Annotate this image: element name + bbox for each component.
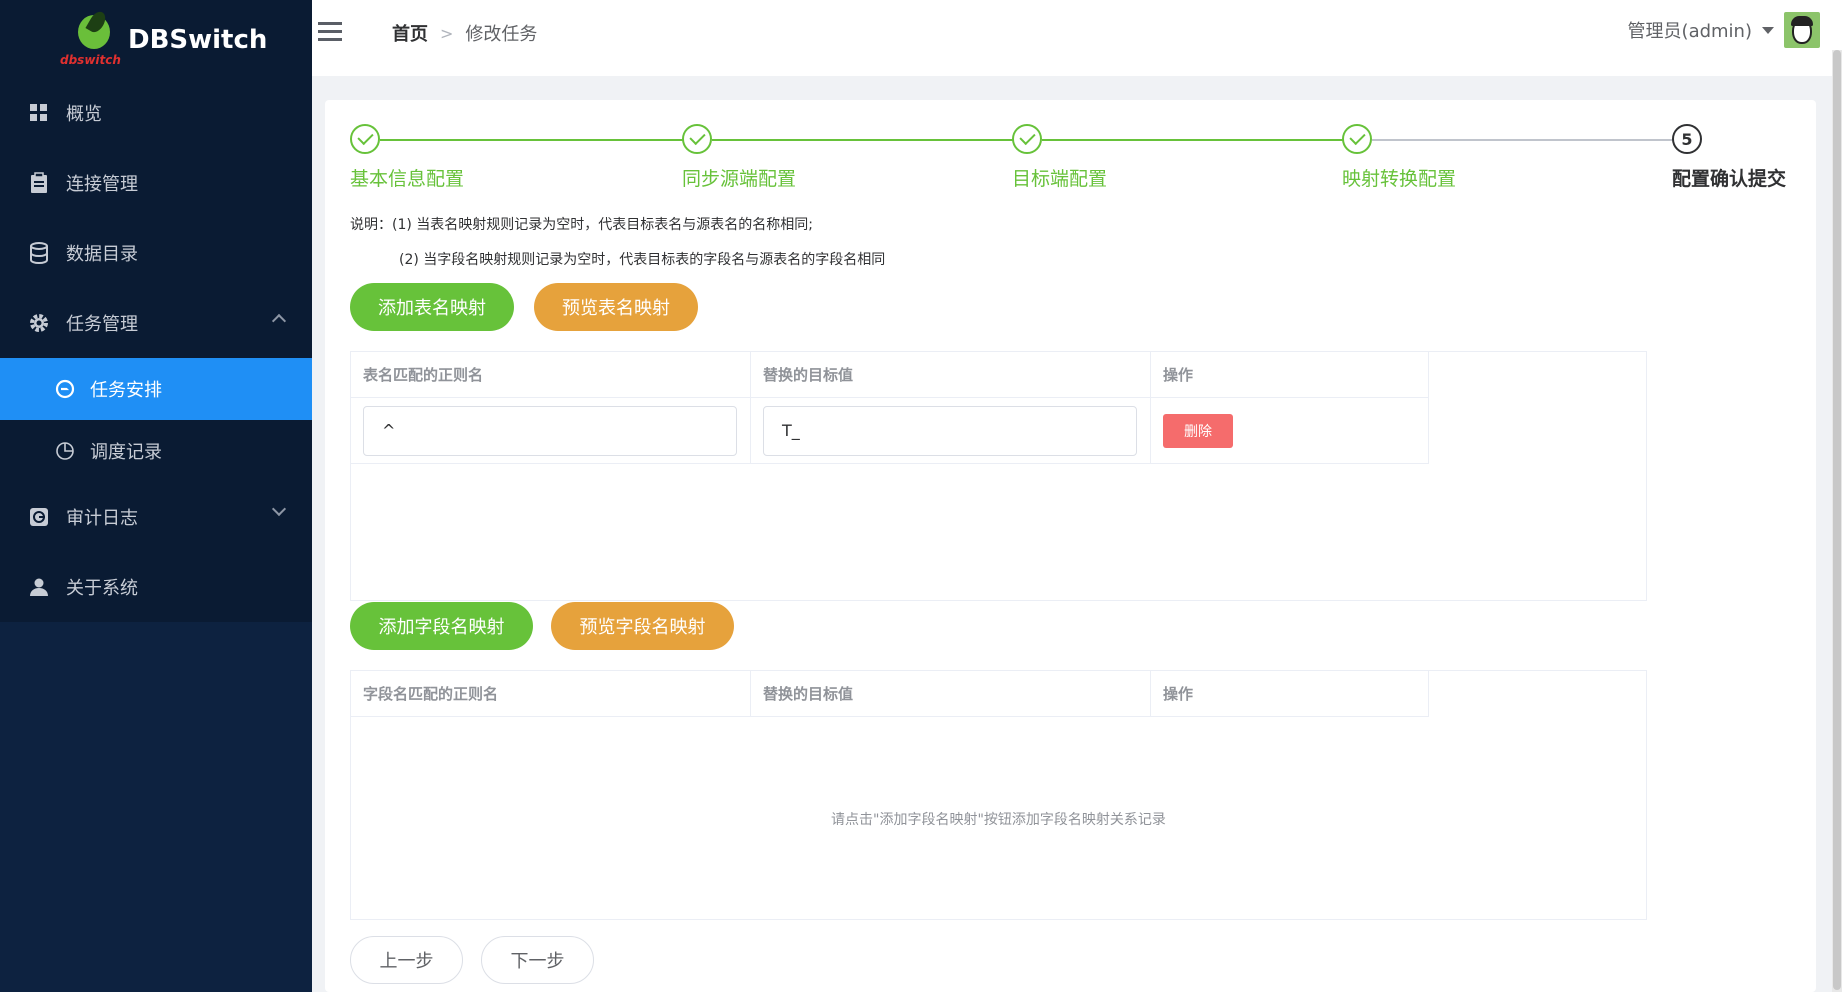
step-1: 基本信息配置 [350,124,464,191]
breadcrumb-home[interactable]: 首页 [392,20,428,46]
step-2: 同步源端配置 [682,124,796,191]
add-table-mapping-button[interactable]: 添加表名映射 [350,283,514,331]
sidebar-subitem-label: 调度记录 [90,438,162,464]
column-header: 操作 [1151,671,1429,716]
sidebar-item-audit[interactable]: 审计日志 [0,482,312,552]
check-icon [1012,124,1042,154]
step-3: 目标端配置 [1012,124,1107,191]
preview-table-mapping-button[interactable]: 预览表名映射 [534,283,698,331]
breadcrumb-separator: > [440,24,453,43]
table-header: 表名匹配的正则名 替换的目标值 操作 [351,352,1429,398]
user-icon [28,576,50,598]
logo-subtext: dbswitch [60,53,121,67]
sidebar-item-tasks[interactable]: 任务管理 [0,288,312,358]
page-scrollbar[interactable] [1832,50,1842,992]
pattern-input[interactable]: ^ [363,406,737,456]
sidebar-item-about[interactable]: 关于系统 [0,552,312,622]
user-name: 管理员(admin) [1628,17,1752,43]
breadcrumb: 首页 > 修改任务 [392,20,537,46]
table-cell: 删除 [1151,398,1429,463]
pie-chart-icon [54,440,76,462]
sidebar-item-label: 审计日志 [66,504,138,530]
check-icon [350,124,380,154]
column-header: 替换的目标值 [751,671,1151,716]
content-card: 基本信息配置 同步源端配置 目标端配置 映射转换配置 5 配置确认提交 说明：(… [325,100,1816,992]
step-4: 映射转换配置 [1342,124,1456,191]
table-mapping-table: 表名匹配的正则名 替换的目标值 操作 ^ T_ 删除 [350,351,1647,601]
check-icon [682,124,712,154]
steps: 基本信息配置 同步源端配置 目标端配置 映射转换配置 5 配置确认提交 [350,124,1790,194]
logo-mark-icon: dbswitch [60,9,126,69]
note-line-1: 说明：(1) 当表名映射规则记录为空时，代表目标表名与源表名的名称相同; [350,214,813,234]
step-label: 映射转换配置 [1342,164,1456,191]
step-label: 同步源端配置 [682,164,796,191]
step-5: 5 配置确认提交 [1672,124,1786,191]
table-cell: ^ [351,398,751,463]
edit-circle-icon [54,378,76,400]
sidebar-item-catalog[interactable]: 数据目录 [0,218,312,288]
chevron-up-icon [272,314,286,328]
grid-icon [28,102,50,124]
log-icon [28,506,50,528]
sidebar-subitem-schedule[interactable]: 任务安排 [0,358,312,420]
gear-icon [28,312,50,334]
breadcrumb-current: 修改任务 [465,20,537,46]
sidebar: dbswitch DBSwitch 概览 连接管理 数据目录 任务管 [0,0,312,992]
target-input[interactable]: T_ [763,406,1137,456]
column-header: 字段名匹配的正则名 [351,671,751,716]
step-label: 配置确认提交 [1672,164,1786,191]
menu-toggle-icon[interactable] [318,22,342,42]
chevron-down-icon [272,502,286,516]
avatar[interactable] [1784,12,1820,48]
user-menu[interactable]: 管理员(admin) [1628,12,1820,48]
sidebar-item-overview[interactable]: 概览 [0,78,312,148]
empty-placeholder: 请点击"添加字段名映射"按钮添加字段名映射关系记录 [351,809,1646,829]
sidebar-subitem-records[interactable]: 调度记录 [0,420,312,482]
logo[interactable]: dbswitch DBSwitch [0,0,312,78]
column-header: 表名匹配的正则名 [351,352,751,397]
sidebar-item-connections[interactable]: 连接管理 [0,148,312,218]
sidebar-item-label: 任务管理 [66,310,138,336]
database-icon [28,242,50,264]
sidebar-item-label: 数据目录 [66,240,138,266]
sidebar-item-label: 连接管理 [66,170,138,196]
column-mapping-table: 字段名匹配的正则名 替换的目标值 操作 请点击"添加字段名映射"按钮添加字段名映… [350,670,1647,920]
step-label: 基本信息配置 [350,164,464,191]
table-row: ^ T_ 删除 [351,398,1429,464]
step-label: 目标端配置 [1012,164,1107,191]
delete-button[interactable]: 删除 [1163,414,1233,448]
preview-column-mapping-button[interactable]: 预览字段名映射 [551,602,734,650]
table-cell: T_ [751,398,1151,463]
add-column-mapping-button[interactable]: 添加字段名映射 [350,602,533,650]
top-header: 首页 > 修改任务 管理员(admin) [312,0,1842,76]
clipboard-icon [28,172,50,194]
note-line-2: (2) 当字段名映射规则记录为空时，代表目标表的字段名与源表名的字段名相同 [399,249,885,269]
check-icon [1342,124,1372,154]
next-step-button[interactable]: 下一步 [481,936,594,984]
sidebar-item-label: 关于系统 [66,574,138,600]
column-header: 操作 [1151,352,1429,397]
sidebar-menu: 概览 连接管理 数据目录 任务管理 任务安排 [0,78,312,622]
table-header: 字段名匹配的正则名 替换的目标值 操作 [351,671,1429,717]
sidebar-subitem-label: 任务安排 [90,376,162,402]
column-header: 替换的目标值 [751,352,1151,397]
caret-down-icon [1762,27,1774,34]
prev-step-button[interactable]: 上一步 [350,936,463,984]
step-number: 5 [1672,124,1702,154]
sidebar-item-label: 概览 [66,100,102,126]
app-title: DBSwitch [128,25,267,55]
